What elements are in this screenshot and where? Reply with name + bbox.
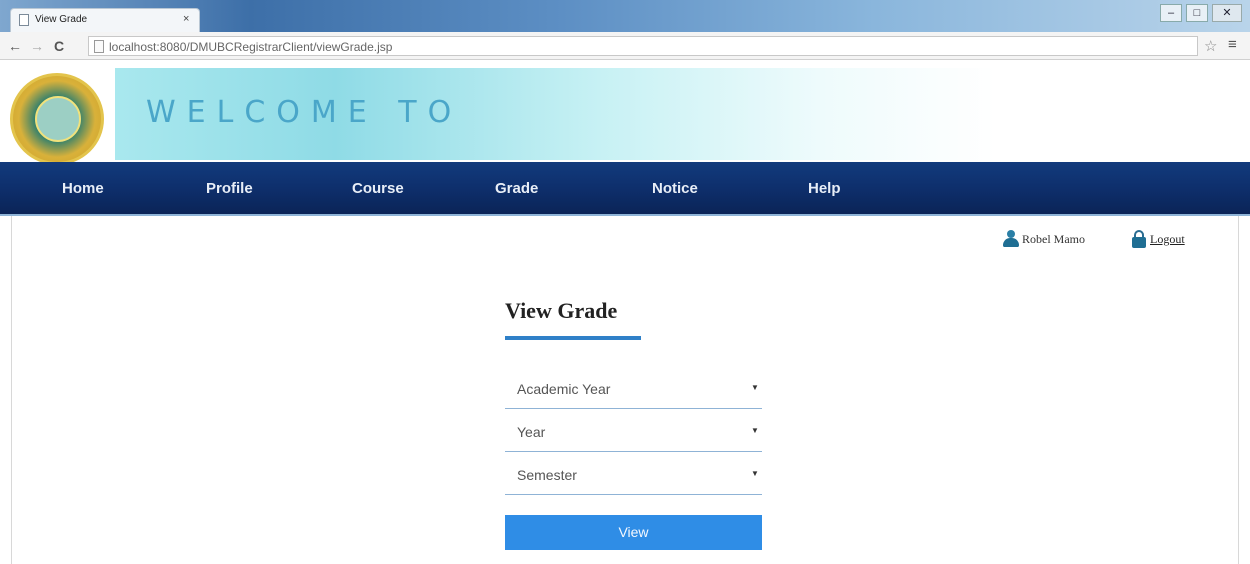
browser-tab[interactable]: View Grade × bbox=[10, 8, 200, 32]
page-icon bbox=[19, 14, 29, 26]
browser-titlebar: View Grade × – □ ✕ bbox=[0, 0, 1250, 32]
chevron-down-icon: ▼ bbox=[751, 383, 759, 392]
forward-icon[interactable]: → bbox=[30, 38, 44, 54]
select-value: Year bbox=[517, 424, 546, 440]
page-icon bbox=[94, 40, 104, 53]
lock-icon[interactable] bbox=[1132, 230, 1146, 248]
seal-center bbox=[35, 96, 81, 142]
tab-title: View Grade bbox=[35, 14, 88, 25]
year-select[interactable]: Year ▼ bbox=[505, 412, 762, 452]
academic-year-select[interactable]: Academic Year ▼ bbox=[505, 369, 762, 409]
title-underline bbox=[505, 336, 641, 340]
page-title: View Grade bbox=[505, 298, 618, 323]
chevron-down-icon: ▼ bbox=[751, 469, 759, 478]
nav-notice[interactable]: Notice bbox=[652, 180, 698, 197]
logout-link[interactable]: Logout bbox=[1150, 232, 1185, 247]
browser-menu-icon[interactable]: ≡ bbox=[1228, 36, 1237, 53]
nav-profile[interactable]: Profile bbox=[206, 180, 253, 197]
reload-icon[interactable]: C bbox=[54, 38, 64, 54]
minimize-button[interactable]: – bbox=[1160, 4, 1182, 22]
nav-help[interactable]: Help bbox=[808, 180, 841, 197]
bookmark-star-icon[interactable]: ☆ bbox=[1204, 37, 1217, 55]
select-value: Semester bbox=[517, 467, 577, 483]
tab-close-icon[interactable]: × bbox=[183, 13, 189, 25]
address-bar[interactable]: localhost:8080/DMUBCRegistrarClient/view… bbox=[88, 36, 1198, 56]
url-text[interactable]: localhost:8080/DMUBCRegistrarClient/view… bbox=[109, 40, 392, 54]
close-window-button[interactable]: ✕ bbox=[1212, 4, 1242, 22]
university-seal-icon bbox=[10, 73, 104, 165]
select-value: Academic Year bbox=[517, 381, 611, 397]
nav-course[interactable]: Course bbox=[352, 180, 404, 197]
browser-toolbar: ← → C localhost:8080/DMUBCRegistrarClien… bbox=[0, 32, 1250, 60]
semester-select[interactable]: Semester ▼ bbox=[505, 455, 762, 495]
site-banner: WELCOME TO bbox=[0, 60, 1250, 165]
maximize-button[interactable]: □ bbox=[1186, 4, 1208, 22]
nav-grade[interactable]: Grade bbox=[495, 180, 538, 197]
user-icon bbox=[1002, 230, 1020, 248]
nav-home[interactable]: Home bbox=[62, 180, 104, 197]
chevron-down-icon: ▼ bbox=[751, 426, 759, 435]
user-area: Robel Mamo Logout bbox=[1002, 230, 1202, 250]
view-button[interactable]: View bbox=[505, 515, 762, 550]
back-icon[interactable]: ← bbox=[8, 38, 22, 54]
user-name[interactable]: Robel Mamo bbox=[1022, 232, 1085, 247]
welcome-heading: WELCOME TO bbox=[146, 95, 463, 130]
main-nav: Home Profile Course Grade Notice Help bbox=[0, 162, 1250, 216]
